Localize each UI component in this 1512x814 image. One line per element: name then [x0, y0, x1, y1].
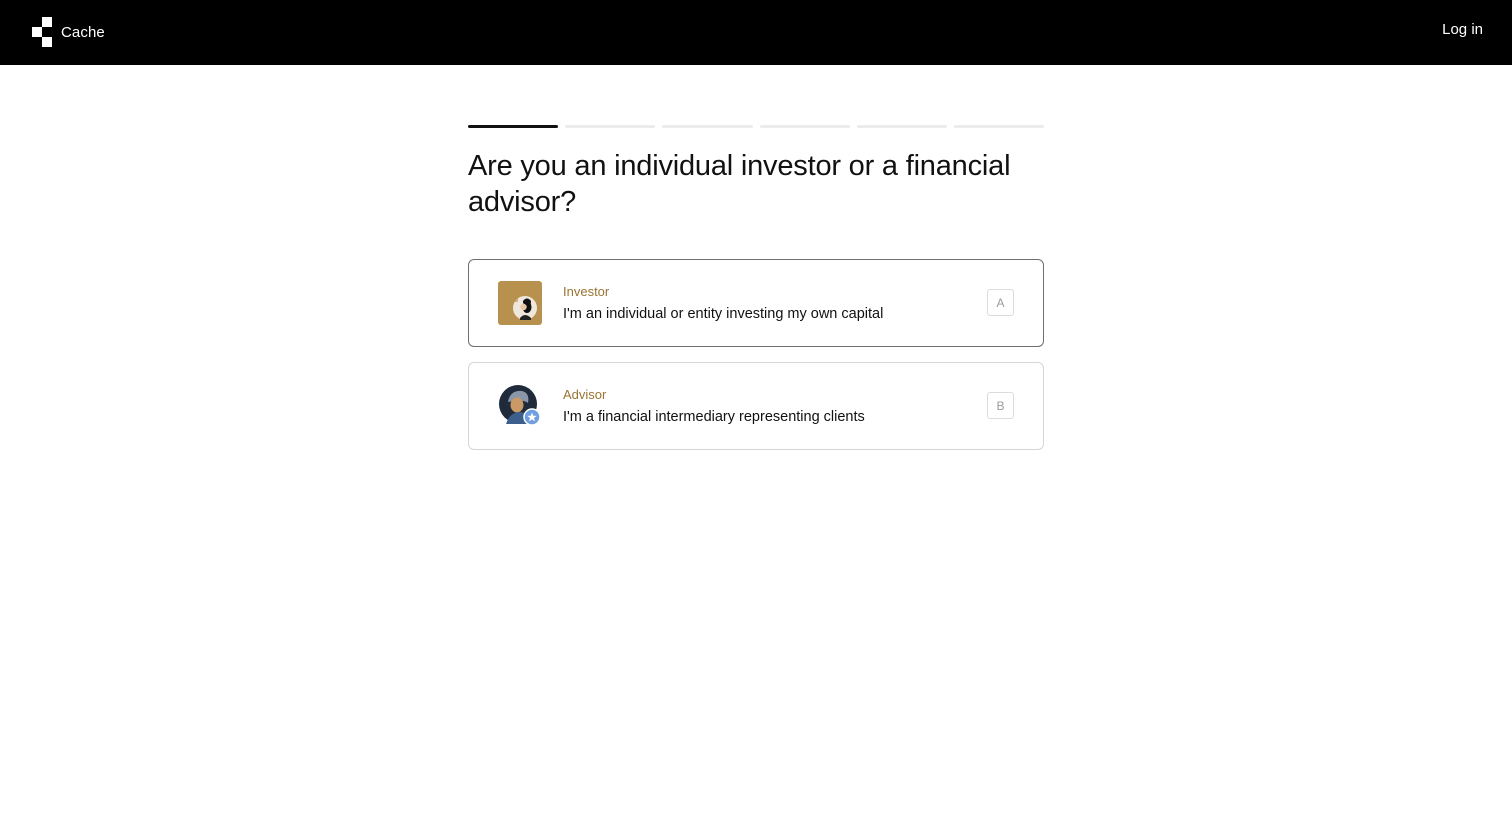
top-nav-bar: Cache Log in	[0, 0, 1512, 65]
progress-step-3	[662, 125, 753, 128]
step-progress-bar	[468, 125, 1045, 128]
brand-name: Cache	[61, 23, 105, 41]
investor-avatar-icon	[498, 281, 542, 325]
option-investor[interactable]: Investor I'm an individual or entity inv…	[468, 259, 1044, 347]
login-link[interactable]: Log in	[1442, 21, 1483, 38]
brand-logo-link[interactable]: Cache	[32, 16, 105, 48]
progress-step-2	[565, 125, 656, 128]
option-advisor[interactable]: Advisor I'm a financial intermediary rep…	[468, 362, 1044, 450]
option-title: Investor	[563, 284, 610, 299]
option-description: I'm an individual or entity investing my…	[563, 306, 884, 322]
progress-step-1	[468, 125, 559, 128]
option-title: Advisor	[563, 387, 607, 402]
option-description: I'm a financial intermediary representin…	[563, 409, 865, 425]
progress-step-6	[953, 125, 1045, 128]
progress-step-5	[856, 125, 947, 128]
option-key-badge: B	[987, 392, 1014, 419]
question-heading: Are you an individual investor or a fina…	[468, 150, 1011, 218]
advisor-avatar-icon	[498, 384, 542, 428]
cache-logo-icon	[32, 17, 53, 47]
option-key-badge: A	[987, 289, 1014, 316]
progress-step-4	[759, 125, 850, 128]
